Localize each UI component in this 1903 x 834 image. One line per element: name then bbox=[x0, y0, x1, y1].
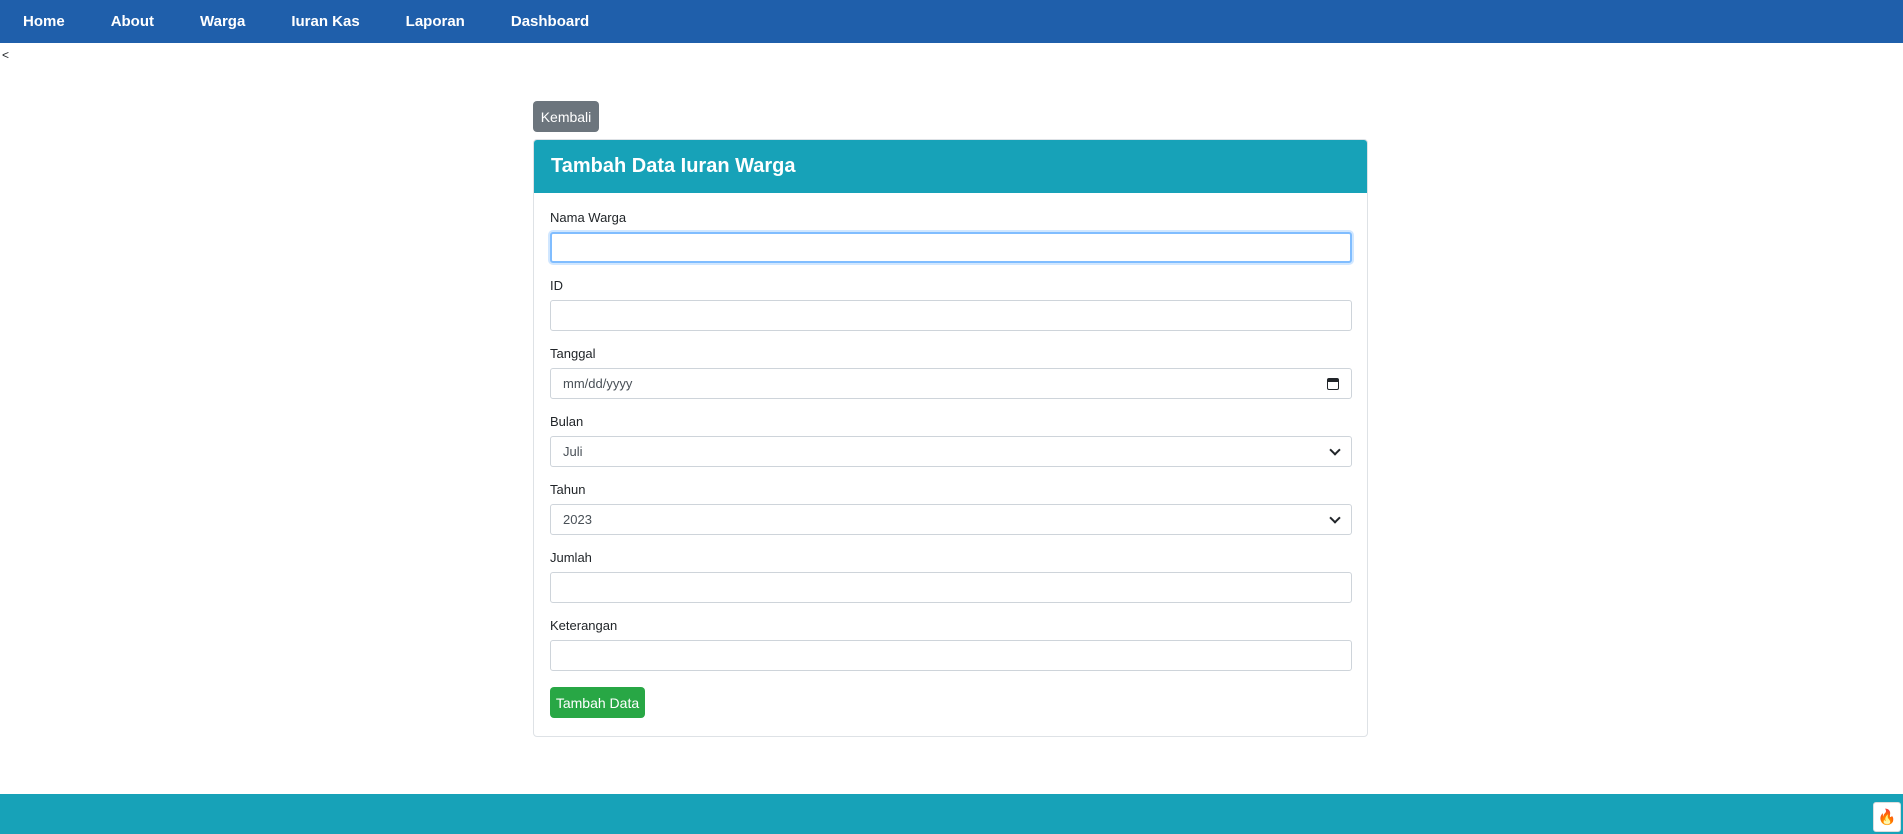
field-nama-warga: Nama Warga bbox=[550, 210, 1352, 263]
jumlah-input[interactable] bbox=[550, 572, 1352, 603]
bulan-label: Bulan bbox=[550, 414, 584, 429]
field-jumlah: Jumlah bbox=[550, 550, 1352, 603]
tanggal-label: Tanggal bbox=[550, 346, 596, 361]
tanggal-date-input[interactable]: mm/dd/yyyy bbox=[550, 368, 1352, 399]
nama-warga-label: Nama Warga bbox=[550, 210, 627, 225]
chevron-down-icon bbox=[1329, 511, 1341, 524]
tahun-label: Tahun bbox=[550, 482, 586, 497]
jumlah-label: Jumlah bbox=[550, 550, 592, 565]
field-tanggal: Tanggal mm/dd/yyyy bbox=[550, 346, 1352, 399]
tambah-data-button[interactable]: Tambah Data bbox=[550, 687, 645, 718]
field-tahun: Tahun 2023 bbox=[550, 482, 1352, 535]
form-card: Tambah Data Iuran Warga Nama Warga ID Ta… bbox=[533, 139, 1368, 737]
tahun-select[interactable]: 2023 bbox=[550, 504, 1352, 535]
keterangan-input[interactable] bbox=[550, 640, 1352, 671]
footer-bar bbox=[0, 794, 1903, 834]
nav-about[interactable]: About bbox=[88, 0, 177, 43]
field-keterangan: Keterangan bbox=[550, 618, 1352, 671]
tahun-selected: 2023 bbox=[563, 512, 592, 527]
top-navbar: Home About Warga Iuran Kas Laporan Dashb… bbox=[0, 0, 1903, 43]
stray-text: < bbox=[2, 48, 10, 62]
flame-icon[interactable]: 🔥 bbox=[1873, 802, 1901, 832]
nav-iuran-kas[interactable]: Iuran Kas bbox=[268, 0, 382, 43]
nav-laporan[interactable]: Laporan bbox=[383, 0, 488, 43]
nav-home[interactable]: Home bbox=[0, 0, 88, 43]
bulan-selected: Juli bbox=[563, 444, 583, 459]
chevron-down-icon bbox=[1329, 443, 1341, 456]
tanggal-placeholder: mm/dd/yyyy bbox=[563, 376, 633, 391]
nav-dashboard[interactable]: Dashboard bbox=[488, 0, 612, 43]
field-id: ID bbox=[550, 278, 1352, 331]
id-input[interactable] bbox=[550, 300, 1352, 331]
field-bulan: Bulan Juli bbox=[550, 414, 1352, 467]
back-button[interactable]: Kembali bbox=[533, 101, 599, 132]
bulan-select[interactable]: Juli bbox=[550, 436, 1352, 467]
form-body: Nama Warga ID Tanggal mm/dd/yyyy Bulan J… bbox=[534, 193, 1367, 718]
id-label: ID bbox=[550, 278, 563, 293]
calendar-icon[interactable] bbox=[1327, 377, 1339, 390]
card-title: Tambah Data Iuran Warga bbox=[534, 140, 1367, 193]
nav-warga[interactable]: Warga bbox=[177, 0, 268, 43]
keterangan-label: Keterangan bbox=[550, 618, 618, 633]
nama-warga-input[interactable] bbox=[550, 232, 1352, 263]
